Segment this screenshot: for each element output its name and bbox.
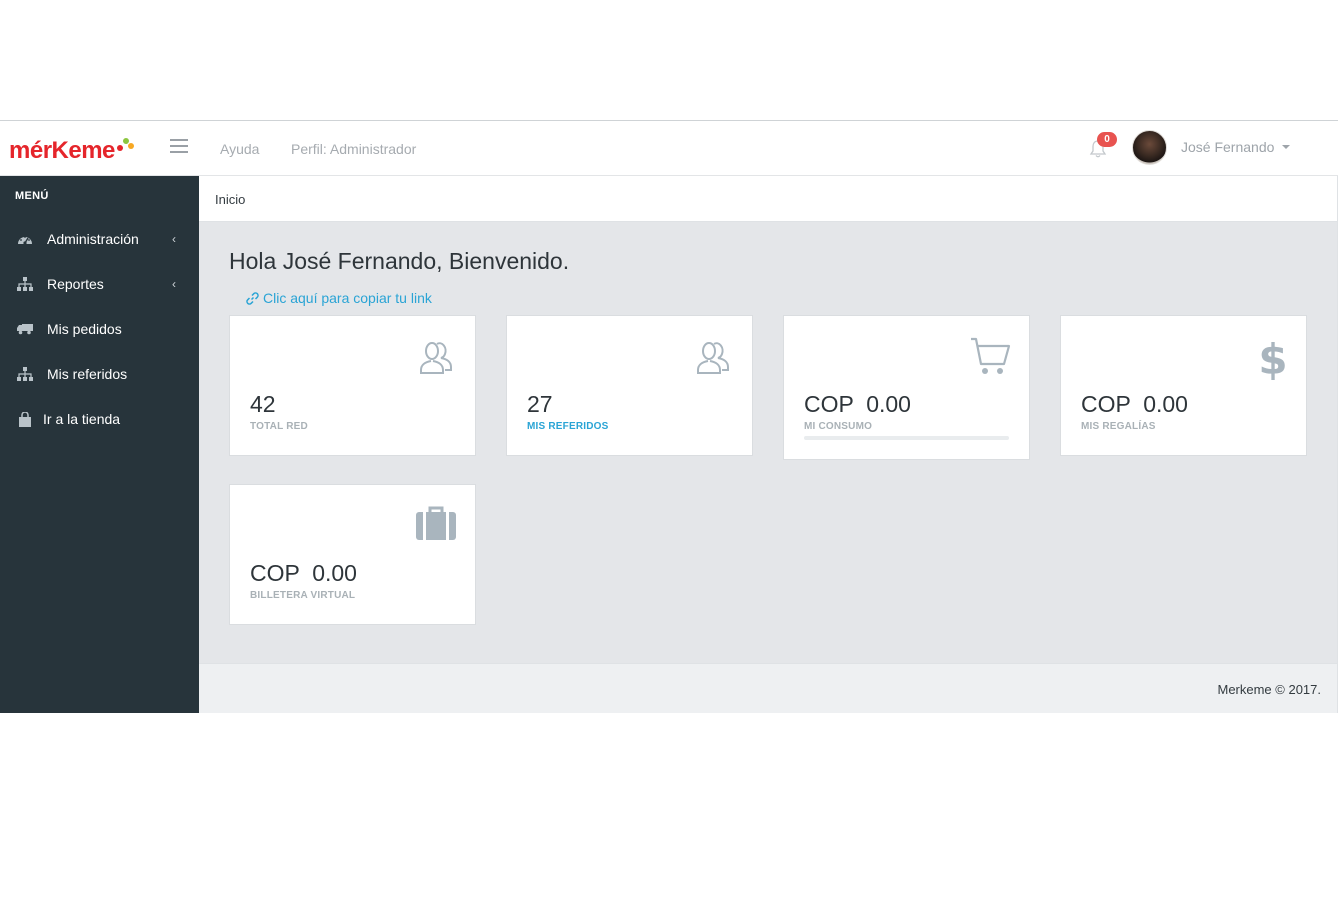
sidebar-item-label: Mis pedidos — [47, 321, 122, 337]
svg-text:$: $ — [1260, 335, 1286, 380]
sidebar-item-label: Ir a la tienda — [43, 411, 121, 427]
copy-link-label: Clic aquí para copiar tu link — [263, 290, 432, 306]
nav-link-ayuda[interactable]: Ayuda — [220, 141, 259, 157]
stat-label[interactable]: MIS REFERIDOS — [527, 421, 609, 432]
sidebar-item-mis-referidos[interactable]: Mis referidos — [0, 354, 199, 394]
sidebar-item-label: Mis referidos — [47, 366, 128, 382]
sidebar-item-mis-pedidos[interactable]: Mis pedidos — [0, 309, 199, 349]
sidebar-item-reportes[interactable]: Reportes ‹ — [0, 264, 199, 304]
sidebar-item-label: Administración — [47, 231, 139, 247]
logo-text: mérKeme — [9, 137, 115, 164]
shopping-bag-icon — [17, 411, 33, 427]
stat-card-mis-regalias: $ COP 0.00 MIS REGALÍAS — [1060, 315, 1307, 456]
stat-label: MI CONSUMO — [804, 421, 873, 432]
dashboard-icon — [17, 231, 33, 247]
stat-card-total-red: 42 TOTAL RED — [229, 315, 476, 456]
breadcrumb[interactable]: Inicio — [215, 192, 245, 207]
sidebar-item-label: Reportes — [47, 276, 104, 292]
dollar-icon: $ — [1258, 334, 1287, 385]
content-right-border — [1337, 176, 1338, 713]
sitemap-icon — [17, 276, 33, 292]
stat-value: COP 0.00 — [250, 560, 357, 586]
chevron-left-icon: ‹ — [172, 277, 176, 291]
stat-card-mis-referidos: 27 MIS REFERIDOS — [506, 315, 753, 456]
users-icon — [692, 336, 734, 383]
stat-value: 42 — [250, 391, 276, 417]
sidebar-item-ir-a-la-tienda[interactable]: Ir a la tienda — [0, 399, 199, 439]
copy-referral-link[interactable]: Clic aquí para copiar tu link — [246, 290, 432, 306]
sidebar: MENÚ Administración ‹ Reportes ‹ Mis ped… — [0, 176, 199, 713]
footer: Merkeme © 2017. — [199, 663, 1337, 713]
consumo-progress-bar — [804, 436, 1009, 440]
menu-toggle-icon[interactable] — [170, 139, 188, 157]
main-content: Hola José Fernando, Bienvenido. Clic aqu… — [199, 222, 1337, 663]
breadcrumb-bar: Inicio — [199, 176, 1338, 222]
stat-value: COP 0.00 — [1081, 391, 1188, 417]
stat-card-billetera-virtual: COP 0.00 BILLETERA VIRTUAL — [229, 484, 476, 625]
sidebar-menu-title: MENÚ — [15, 190, 49, 202]
users-icon — [415, 336, 457, 383]
chevron-left-icon: ‹ — [172, 232, 176, 246]
stat-value: COP 0.00 — [804, 391, 911, 417]
stat-label: TOTAL RED — [250, 421, 308, 432]
logo-dots-icon — [116, 138, 134, 156]
nav-link-perfil[interactable]: Perfil: Administrador — [291, 141, 416, 157]
link-icon — [246, 291, 259, 305]
stat-card-mi-consumo: COP 0.00 MI CONSUMO — [783, 315, 1030, 460]
merkeme-logo[interactable]: mérKeme — [9, 136, 134, 166]
page-title: Hola José Fernando, Bienvenido. — [229, 248, 570, 274]
sidebar-item-administracion[interactable]: Administración ‹ — [0, 219, 199, 259]
truck-icon — [17, 321, 33, 337]
user-avatar[interactable] — [1132, 130, 1167, 165]
stat-label: MIS REGALÍAS — [1081, 421, 1156, 432]
stat-label: BILLETERA VIRTUAL — [250, 590, 356, 601]
footer-copyright: Merkeme © 2017. — [1217, 682, 1321, 697]
top-navbar: mérKeme Ayuda Perfil: Administrador 0 Jo… — [0, 121, 1338, 176]
briefcase-icon — [415, 505, 457, 546]
user-menu-dropdown[interactable]: José Fernando — [1181, 139, 1291, 155]
sitemap-icon — [17, 366, 33, 382]
user-name-label: José Fernando — [1181, 139, 1275, 155]
caret-down-icon — [1282, 145, 1291, 149]
shopping-cart-icon — [969, 336, 1011, 383]
stat-value: 27 — [527, 391, 553, 417]
notification-count-badge: 0 — [1097, 132, 1117, 147]
